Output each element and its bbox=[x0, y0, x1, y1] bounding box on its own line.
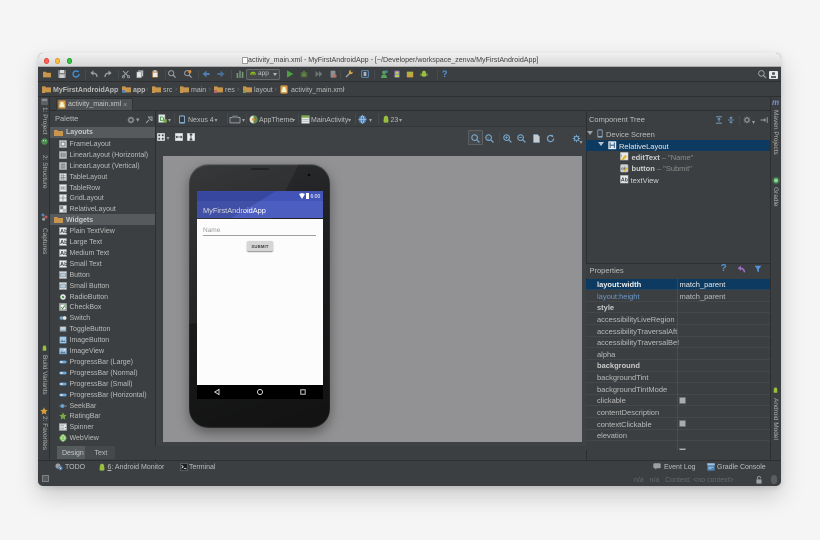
svg-text:Ab: Ab bbox=[60, 251, 68, 257]
svg-text:I: I bbox=[621, 154, 622, 158]
svg-text:Ab: Ab bbox=[60, 229, 68, 235]
svg-text:Ab: Ab bbox=[620, 177, 628, 183]
svg-text:Ab: Ab bbox=[60, 240, 68, 246]
svg-text:Ab: Ab bbox=[60, 262, 68, 268]
svg-text:1: 1 bbox=[487, 136, 489, 140]
